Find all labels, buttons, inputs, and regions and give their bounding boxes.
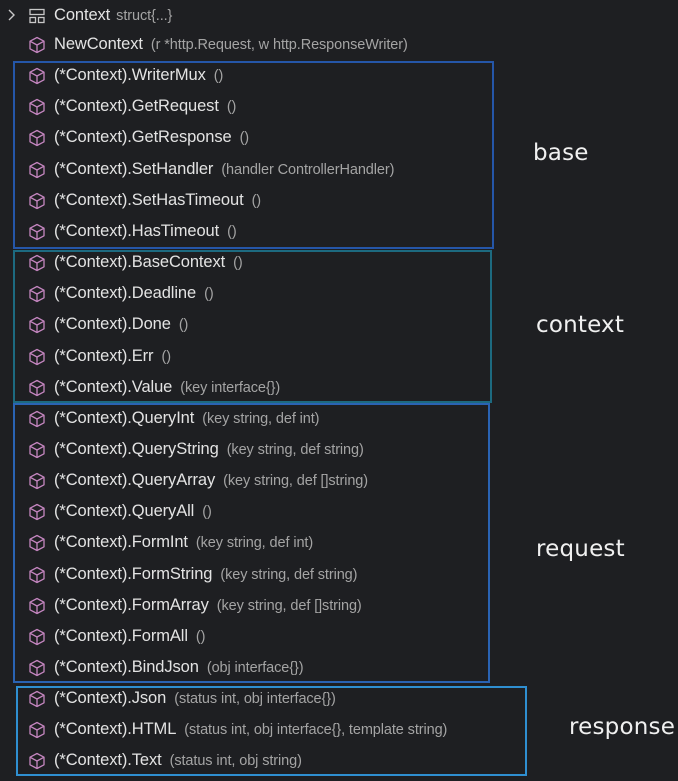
group-label-response: response [569, 714, 676, 740]
method-cube-icon [29, 36, 45, 54]
group-box-response [16, 686, 527, 776]
outline-item-row[interactable]: NewContext (r *http.Request, w http.Respo… [0, 29, 678, 60]
group-label-context: context [536, 312, 625, 338]
group-box-context [13, 250, 492, 403]
chevron-right-icon[interactable] [4, 8, 18, 22]
group-box-request [13, 403, 490, 683]
struct-icon [29, 8, 45, 24]
group-box-base [13, 61, 494, 249]
group-label-request: request [536, 536, 625, 562]
outline-root-detail: struct{...} [116, 8, 173, 24]
outline-item-detail: (r *http.Request, w http.ResponseWriter) [150, 37, 408, 53]
outline-item-name: NewContext [54, 35, 143, 53]
group-label-base: base [533, 140, 589, 166]
outline-tree: Context struct{...} NewContext (r *http.Re… [0, 0, 678, 781]
outline-root-name: Context [54, 6, 111, 24]
outline-root-row[interactable]: Context struct{...} [0, 0, 678, 31]
